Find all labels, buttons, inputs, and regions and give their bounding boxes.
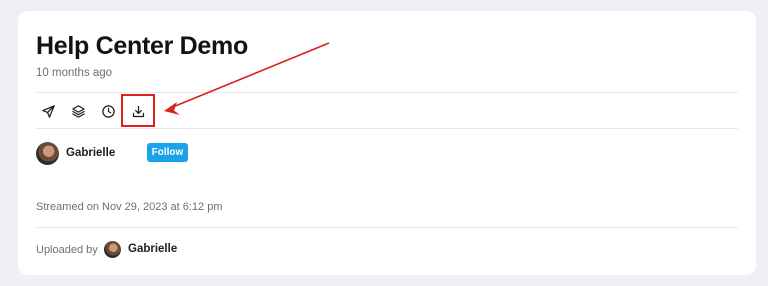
- share-button[interactable]: [37, 100, 59, 122]
- video-details-card: Help Center Demo 10 months ago Gabrielle…: [18, 11, 756, 275]
- page-title: Help Center Demo: [36, 32, 248, 60]
- download-button[interactable]: [127, 100, 149, 122]
- uploader-avatar[interactable]: [104, 241, 121, 258]
- layers-button[interactable]: [67, 100, 89, 122]
- download-icon: [132, 105, 144, 117]
- history-button[interactable]: [97, 100, 119, 122]
- uploaded-by-label: Uploaded by: [36, 244, 98, 256]
- send-icon: [41, 104, 55, 118]
- author-name[interactable]: Gabrielle: [66, 147, 115, 159]
- layers-icon: [71, 104, 85, 118]
- uploader-name[interactable]: Gabrielle: [128, 243, 177, 255]
- video-age: 10 months ago: [36, 67, 113, 79]
- follow-button[interactable]: Follow: [147, 143, 188, 162]
- divider: [36, 92, 738, 93]
- divider: [36, 227, 738, 228]
- streamed-date: Streamed on Nov 29, 2023 at 6:12 pm: [36, 201, 223, 213]
- divider: [36, 128, 738, 129]
- avatar[interactable]: [36, 142, 59, 165]
- clock-icon: [101, 104, 115, 118]
